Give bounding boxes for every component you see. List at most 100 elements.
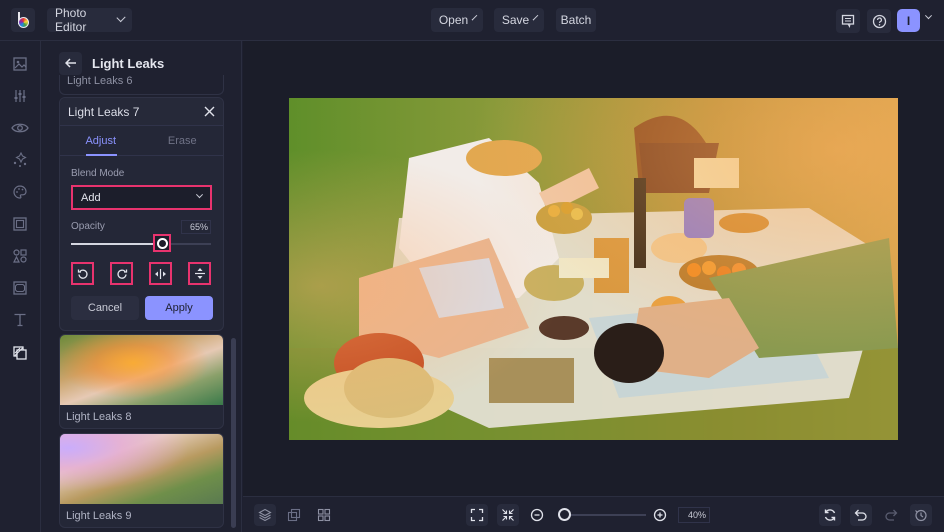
active-effect-card: Light Leaks 7 Adjust Erase Blend Mode Ad…: [59, 97, 224, 331]
chevron-down-icon: [532, 14, 539, 20]
opacity-value[interactable]: 65%: [181, 220, 211, 234]
back-button[interactable]: [59, 51, 82, 75]
rotate-left-icon: [77, 269, 88, 279]
effect-item-label: Light Leaks 9: [66, 510, 132, 522]
redo-button[interactable]: [880, 504, 902, 526]
save-button[interactable]: Save: [494, 8, 544, 32]
effect-thumbnail: [60, 335, 223, 405]
slider-knob: [156, 237, 168, 249]
eye-icon[interactable]: [10, 118, 30, 138]
active-effect-title: Light Leaks 7: [68, 104, 140, 119]
effect-item-previous[interactable]: Light Leaks 6: [59, 75, 224, 95]
app-logo[interactable]: [11, 8, 35, 32]
app-menu-label: Photo Editor: [55, 6, 87, 34]
flip-horizontal-icon: [155, 268, 166, 279]
canvas-area: [243, 41, 944, 496]
refresh-icon: [824, 509, 836, 521]
image-icon[interactable]: [10, 54, 30, 74]
tab-adjust[interactable]: Adjust: [60, 126, 142, 156]
help-icon: [872, 14, 886, 28]
opacity-slider-handle[interactable]: [153, 234, 171, 252]
logo-icon: [16, 12, 30, 28]
rotate-right-icon: [116, 269, 127, 279]
apply-button[interactable]: Apply: [145, 296, 213, 320]
rotate-right-button[interactable]: [110, 262, 133, 285]
shrink-icon: [502, 509, 514, 521]
zoom-out-icon: [530, 508, 544, 522]
flip-vertical-icon: [194, 268, 205, 279]
texture-icon[interactable]: [10, 278, 30, 298]
effects-panel: Light Leaks Light Leaks 6 Light Leaks 7 …: [41, 41, 242, 532]
adjust-sliders-icon[interactable]: [10, 86, 30, 106]
zoom-in-icon: [653, 508, 667, 522]
effect-item-light-leaks-8[interactable]: Light Leaks 8: [59, 334, 224, 429]
open-label: Open: [438, 13, 469, 27]
account-chevron-icon[interactable]: [924, 12, 933, 20]
effect-item-light-leaks-9[interactable]: Light Leaks 9: [59, 433, 224, 528]
batch-label: Batch: [560, 13, 592, 27]
save-label: Save: [501, 13, 530, 27]
chevron-down-icon: [471, 14, 478, 20]
tool-sidebar: [0, 41, 41, 532]
chevron-down-icon: [116, 12, 126, 22]
zoom-slider-track[interactable]: [561, 514, 646, 516]
zoom-out-button[interactable]: [526, 504, 548, 526]
cancel-button[interactable]: Cancel: [71, 296, 139, 320]
redo-icon: [885, 509, 898, 521]
fit-screen-button[interactable]: [466, 504, 488, 526]
frame-icon[interactable]: [10, 214, 30, 234]
zoom-slider-handle[interactable]: [558, 508, 572, 521]
tab-erase[interactable]: Erase: [142, 126, 224, 155]
panel-scrollbar[interactable]: [231, 338, 236, 528]
flip-horizontal-button[interactable]: [149, 262, 172, 285]
picnic-photo: [289, 98, 898, 440]
close-icon[interactable]: [204, 106, 215, 117]
shapes-icon[interactable]: [10, 246, 30, 266]
effect-thumbnail: [60, 434, 223, 504]
user-avatar[interactable]: I: [897, 9, 920, 32]
rotate-left-button[interactable]: [71, 262, 94, 285]
open-button[interactable]: Open: [431, 8, 483, 32]
top-bar: Photo Editor Open Save Batch I: [0, 0, 944, 41]
active-effect-header: Light Leaks 7: [60, 98, 223, 126]
zoom-level[interactable]: 40%: [678, 507, 710, 523]
grid-button[interactable]: [313, 504, 335, 526]
opacity-label: Opacity: [71, 221, 105, 232]
blend-mode-select[interactable]: Add: [71, 185, 212, 210]
reset-button[interactable]: [819, 504, 841, 526]
zoom-in-button[interactable]: [649, 504, 671, 526]
sparkles-icon[interactable]: [10, 150, 30, 170]
history-button[interactable]: [910, 504, 932, 526]
flip-vertical-button[interactable]: [188, 262, 211, 285]
effect-tabs: Adjust Erase: [60, 126, 223, 156]
overlay-icon[interactable]: [10, 343, 30, 363]
layers-button[interactable]: [254, 504, 276, 526]
blend-mode-label: Blend Mode: [71, 168, 125, 179]
arrow-left-icon: [64, 58, 76, 68]
palette-icon[interactable]: [10, 182, 30, 202]
panel-header: Light Leaks: [59, 51, 239, 75]
history-icon: [915, 509, 927, 522]
fullscreen-icon: [470, 508, 484, 522]
effect-item-label: Light Leaks 8: [66, 411, 132, 423]
edited-photo[interactable]: [289, 98, 898, 440]
undo-button[interactable]: [850, 504, 872, 526]
opacity-slider-track[interactable]: [71, 243, 211, 245]
grid-icon: [317, 508, 331, 522]
bottom-toolbar: 40%: [243, 496, 944, 532]
layers-icon: [258, 508, 272, 522]
undo-icon: [854, 509, 867, 521]
feedback-button[interactable]: [836, 9, 860, 33]
compare-button[interactable]: [283, 504, 305, 526]
help-button[interactable]: [867, 9, 891, 33]
feedback-icon: [841, 14, 855, 28]
opacity-slider-fill: [71, 243, 162, 245]
actual-size-button[interactable]: [497, 504, 519, 526]
compare-icon: [287, 508, 301, 522]
batch-button[interactable]: Batch: [556, 8, 596, 32]
app-menu-button[interactable]: Photo Editor: [47, 6, 132, 34]
text-icon[interactable]: [10, 310, 30, 330]
effect-item-label: Light Leaks 6: [67, 75, 133, 87]
panel-title: Light Leaks: [92, 55, 165, 71]
blend-mode-value: Add: [81, 191, 101, 204]
